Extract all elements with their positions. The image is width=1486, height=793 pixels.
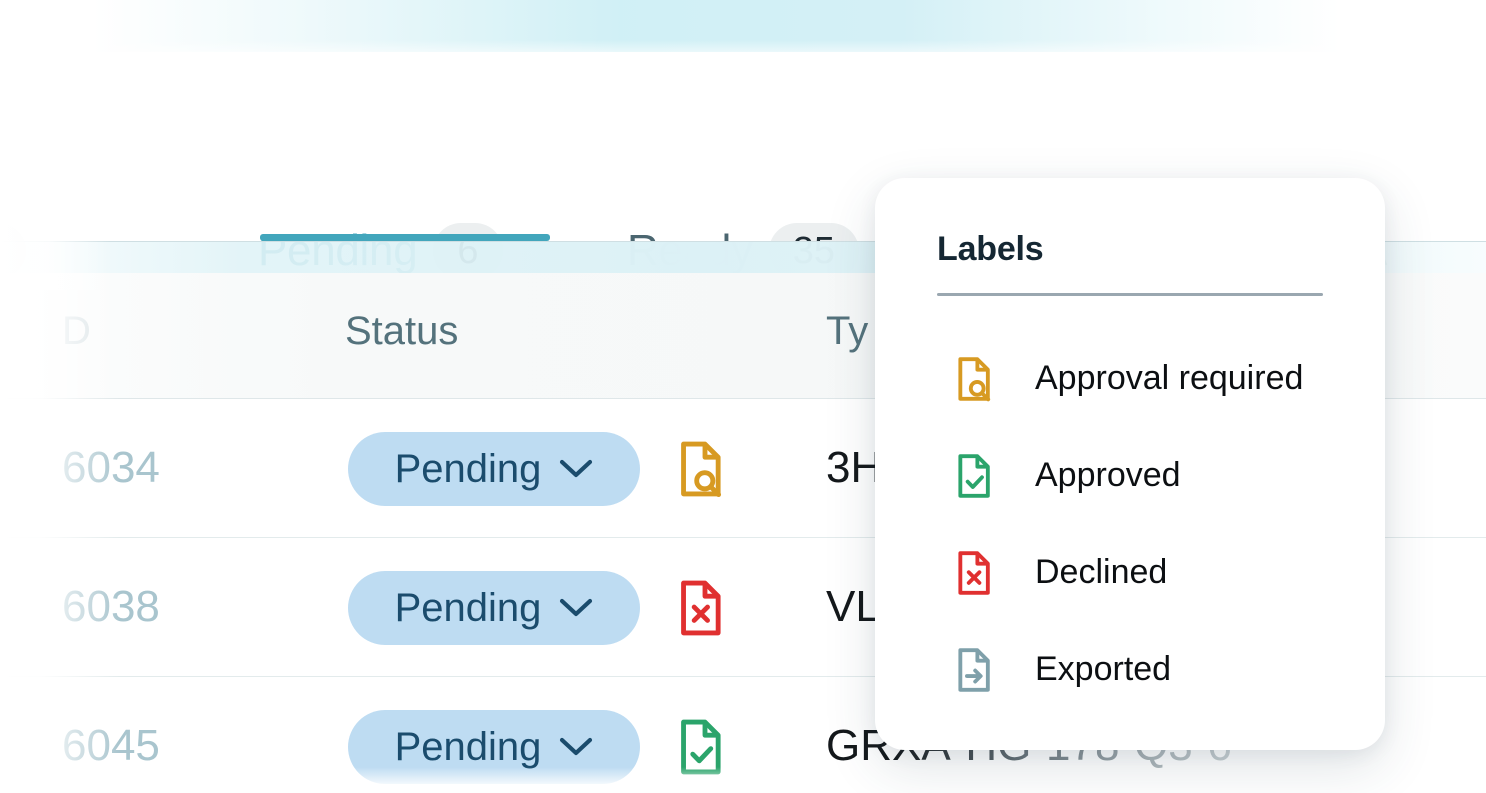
labels-popup-divider [937, 293, 1323, 296]
chevron-down-icon [559, 458, 593, 480]
status-dropdown[interactable]: Pending [348, 571, 640, 645]
column-header-status[interactable]: Status [345, 309, 458, 354]
status-label: Pending [394, 725, 542, 769]
chevron-down-icon [559, 736, 593, 758]
status-dropdown[interactable]: Pending [348, 432, 640, 506]
cell-id: 6045 [62, 721, 160, 770]
document-x-icon[interactable] [672, 578, 732, 638]
document-x-icon [953, 548, 997, 598]
cell-id: 6034 [62, 443, 160, 492]
active-tab-underline [260, 234, 550, 241]
document-search-icon[interactable] [672, 439, 732, 499]
document-search-icon [953, 354, 997, 404]
label-item-text: Declined [1035, 553, 1168, 591]
document-check-icon[interactable] [672, 717, 732, 777]
label-item-approval-required[interactable]: Approval required [875, 330, 1385, 427]
app-screen: 17 Pending 6 Ready 35 Done 213 A D Statu… [0, 0, 1486, 793]
label-item-approved[interactable]: Approved [875, 427, 1385, 524]
status-label: Pending [394, 447, 542, 491]
labels-list: Approval required Approved Declined Expo… [875, 330, 1385, 718]
label-item-text: Approved [1035, 456, 1181, 494]
document-arrow-icon [953, 645, 997, 695]
status-label: Pending [394, 586, 542, 630]
label-item-text: Exported [1035, 650, 1172, 688]
label-item-declined[interactable]: Declined [875, 524, 1385, 621]
cell-id: 6038 [62, 582, 160, 631]
top-banner-fade [0, 40, 1486, 66]
cell-type: 3H [826, 443, 883, 492]
label-item-text: Approval required [1035, 359, 1304, 397]
chevron-down-icon [559, 597, 593, 619]
column-header-type[interactable]: Ty [826, 309, 868, 354]
label-item-exported[interactable]: Exported [875, 621, 1385, 718]
status-dropdown[interactable]: Pending [348, 710, 640, 784]
cell-type: VL [826, 582, 880, 631]
column-header-id[interactable]: D [62, 309, 91, 354]
document-check-icon [953, 451, 997, 501]
labels-popup-title: Labels [937, 230, 1044, 268]
labels-popup: Labels Approval required Approved Declin… [875, 178, 1385, 750]
